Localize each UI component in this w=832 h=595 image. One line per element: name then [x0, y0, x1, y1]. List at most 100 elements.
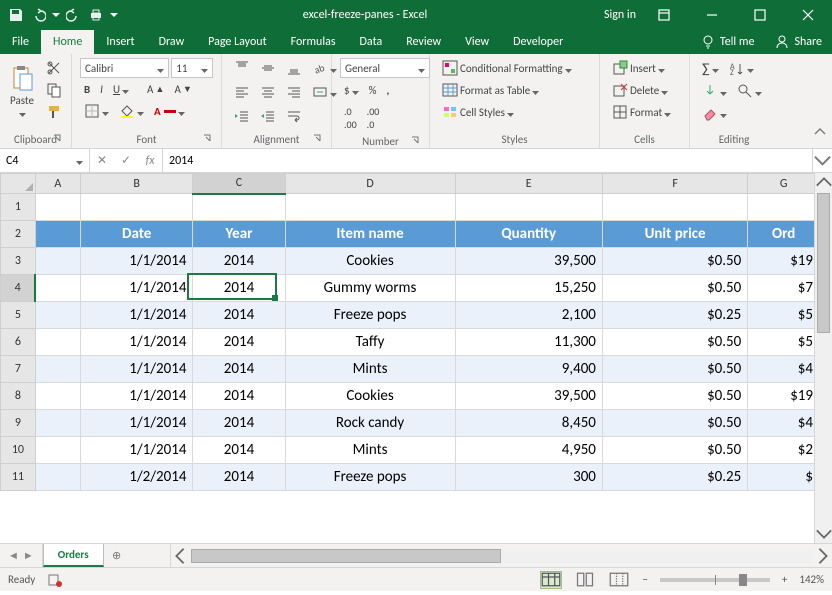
cell[interactable]: $0.50	[602, 275, 747, 302]
vertical-scrollbar[interactable]	[814, 173, 832, 543]
tab-home[interactable]: Home	[41, 30, 94, 54]
cell[interactable]: Taffy	[285, 329, 455, 356]
tab-page-layout[interactable]: Page Layout	[196, 30, 278, 54]
cell[interactable]: $0.25	[602, 464, 747, 491]
cell[interactable]	[35, 248, 80, 275]
cell[interactable]: $7	[748, 275, 814, 302]
cell[interactable]: 2014	[193, 383, 285, 410]
row-header[interactable]: 3	[1, 248, 36, 275]
dialog-launcher-icon[interactable]	[203, 134, 213, 144]
row-header[interactable]: 2	[1, 221, 36, 248]
cell[interactable]	[35, 383, 80, 410]
cell[interactable]: Item name	[285, 221, 455, 248]
percent-button[interactable]: %	[365, 82, 381, 99]
cell[interactable]: Freeze pops	[285, 302, 455, 329]
sheet-nav[interactable]: ◄ ►	[0, 544, 43, 567]
cell[interactable]: Year	[193, 221, 285, 248]
cell[interactable]: $	[748, 464, 814, 491]
scroll-up-button[interactable]	[815, 173, 832, 191]
ribbon-display-options-button[interactable]	[644, 0, 684, 30]
find-select-button[interactable]	[733, 81, 766, 101]
cell[interactable]: Mints	[285, 356, 455, 383]
tab-review[interactable]: Review	[394, 30, 453, 54]
cell[interactable]	[35, 329, 80, 356]
cell[interactable]	[35, 437, 80, 464]
cell[interactable]: Ord	[748, 221, 814, 248]
column-header[interactable]: B	[80, 174, 193, 194]
enter-formula-button[interactable]: ✓	[114, 151, 138, 170]
cell[interactable]: 300	[455, 464, 602, 491]
cell[interactable]: 11,300	[455, 329, 602, 356]
accounting-format-button[interactable]: $	[340, 82, 363, 99]
cell[interactable]: $0.50	[602, 248, 747, 275]
align-center-button[interactable]	[256, 82, 280, 102]
cell[interactable]: 2014	[193, 437, 285, 464]
format-painter-button[interactable]	[42, 102, 66, 122]
qat-customize-icon[interactable]	[110, 7, 118, 23]
cell[interactable]: 2014	[193, 356, 285, 383]
bold-button[interactable]: B	[80, 81, 94, 98]
increase-decimal-button[interactable]: .0.00	[340, 103, 361, 133]
cell[interactable]	[602, 194, 747, 221]
cell[interactable]	[35, 356, 80, 383]
italic-button[interactable]: I	[96, 81, 107, 98]
cell[interactable]	[80, 194, 193, 221]
cell[interactable]: $0.50	[602, 410, 747, 437]
cut-button[interactable]	[42, 58, 66, 78]
row-header[interactable]: 10	[1, 437, 36, 464]
cell[interactable]: 9,400	[455, 356, 602, 383]
cell[interactable]: Freeze pops	[285, 464, 455, 491]
cell[interactable]: $2	[748, 437, 814, 464]
tab-formulas[interactable]: Formulas	[279, 30, 348, 54]
sign-in-link[interactable]: Sign in	[604, 8, 636, 22]
cell[interactable]: 39,500	[455, 383, 602, 410]
cell[interactable]: 2014	[193, 302, 285, 329]
cell[interactable]: 1/1/2014	[80, 356, 193, 383]
cell[interactable]: 2014	[193, 410, 285, 437]
cell[interactable]	[35, 275, 80, 302]
maximize-button[interactable]	[740, 0, 780, 30]
decrease-indent-button[interactable]	[230, 106, 254, 126]
normal-view-button[interactable]	[540, 571, 562, 589]
insert-cells-button[interactable]: Insert	[608, 58, 681, 78]
column-header[interactable]: A	[35, 174, 80, 194]
cell[interactable]: Date	[80, 221, 193, 248]
comma-button[interactable]: ,	[382, 82, 393, 99]
hscroll-thumb[interactable]	[191, 549, 502, 563]
paste-button[interactable]: Paste	[8, 58, 36, 122]
scroll-left-button[interactable]	[171, 547, 189, 565]
cell[interactable]: Unit price	[602, 221, 747, 248]
undo-dropdown-icon[interactable]	[52, 7, 60, 23]
share-button[interactable]: Share	[764, 30, 832, 54]
page-layout-view-button[interactable]	[574, 571, 596, 589]
cell[interactable]: 2,100	[455, 302, 602, 329]
align-left-button[interactable]	[230, 82, 254, 102]
scroll-thumb[interactable]	[817, 193, 830, 333]
zoom-out-button[interactable]: −	[642, 573, 647, 586]
row-header[interactable]: 8	[1, 383, 36, 410]
row-header[interactable]: 11	[1, 464, 36, 491]
number-format-combo[interactable]: General	[340, 58, 430, 78]
cell[interactable]: Mints	[285, 437, 455, 464]
align-bottom-button[interactable]	[282, 58, 306, 78]
cell[interactable]	[35, 194, 80, 221]
column-header[interactable]: D	[285, 174, 455, 194]
expand-formula-bar-button[interactable]	[812, 149, 832, 172]
borders-button[interactable]	[80, 101, 113, 121]
cancel-formula-button[interactable]: ✕	[90, 151, 114, 170]
insert-function-button[interactable]: fx	[138, 152, 162, 170]
scroll-right-button[interactable]	[814, 547, 832, 565]
next-sheet-icon[interactable]: ►	[23, 549, 34, 562]
tab-file[interactable]: File	[0, 30, 41, 54]
cell[interactable]: 1/1/2014	[80, 410, 193, 437]
cell[interactable]: $0.50	[602, 356, 747, 383]
tab-data[interactable]: Data	[348, 30, 395, 54]
cell[interactable]: 2014	[193, 329, 285, 356]
column-header[interactable]: C	[193, 174, 285, 194]
row-header[interactable]: 6	[1, 329, 36, 356]
undo-icon[interactable]	[30, 7, 46, 23]
cell[interactable]: 2014	[193, 248, 285, 275]
align-top-button[interactable]	[230, 58, 254, 78]
cell[interactable]: Cookies	[285, 383, 455, 410]
cell[interactable]: Gummy worms	[285, 275, 455, 302]
